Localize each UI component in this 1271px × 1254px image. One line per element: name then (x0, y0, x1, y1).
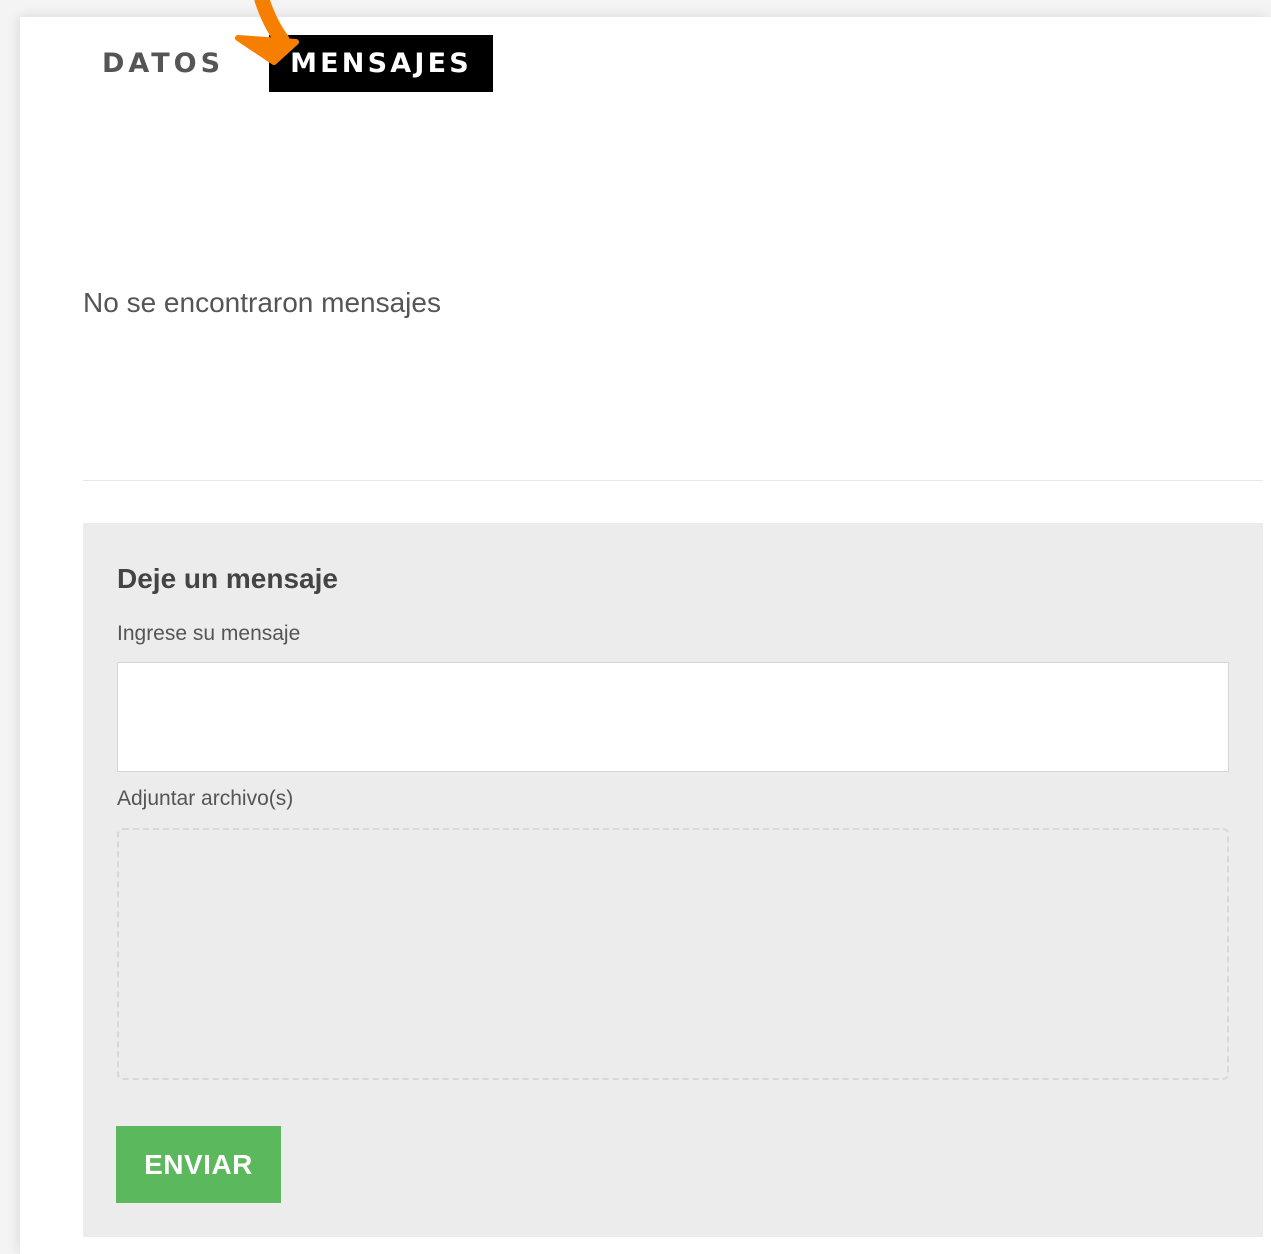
attach-label: Adjuntar archivo(s) (117, 787, 294, 810)
divider (83, 480, 1263, 481)
tab-datos[interactable]: DATOS (102, 35, 242, 92)
message-input[interactable] (117, 662, 1229, 772)
no-messages-text: No se encontraron mensajes (83, 287, 441, 318)
form-title: Deje un mensaje (117, 563, 338, 594)
send-button[interactable]: ENVIAR (116, 1126, 281, 1203)
attachment-dropzone[interactable] (117, 828, 1229, 1080)
message-form: Deje un mensaje Ingrese su mensaje Adjun… (83, 523, 1263, 1237)
message-label: Ingrese su mensaje (117, 622, 301, 645)
messages-panel: DATOS MENSAJES No se encontraron mensaje… (20, 0, 1271, 1254)
tab-mensajes[interactable]: MENSAJES (269, 35, 493, 92)
